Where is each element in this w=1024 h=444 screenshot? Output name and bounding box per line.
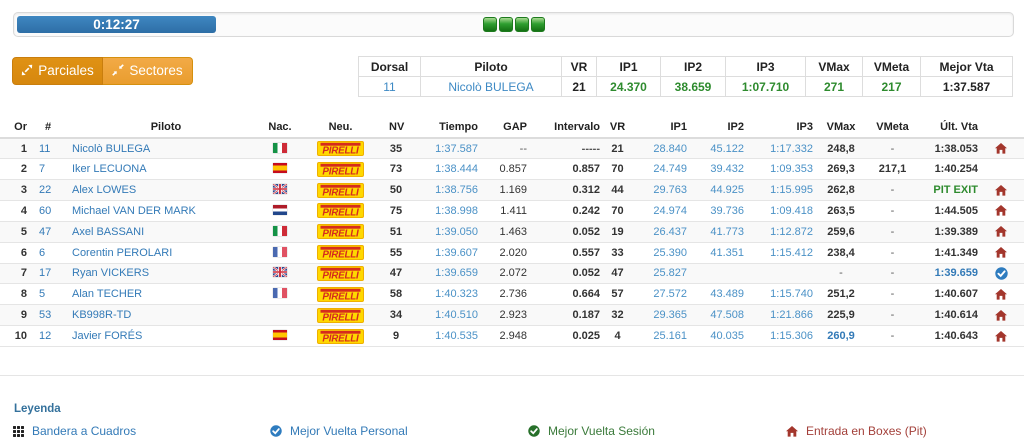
svg-text:PIRELLI: PIRELLI	[322, 271, 359, 280]
svg-text:PIRELLI: PIRELLI	[322, 229, 359, 238]
svg-text:PIRELLI: PIRELLI	[322, 250, 359, 259]
svg-text:PIRELLI: PIRELLI	[322, 208, 359, 217]
svg-text:PIRELLI: PIRELLI	[322, 312, 359, 321]
svg-text:PIRELLI: PIRELLI	[322, 146, 359, 155]
svg-text:PIRELLI: PIRELLI	[322, 187, 359, 196]
svg-text:PIRELLI: PIRELLI	[322, 291, 359, 300]
svg-text:PIRELLI: PIRELLI	[322, 166, 359, 175]
svg-text:PIRELLI: PIRELLI	[322, 333, 359, 342]
